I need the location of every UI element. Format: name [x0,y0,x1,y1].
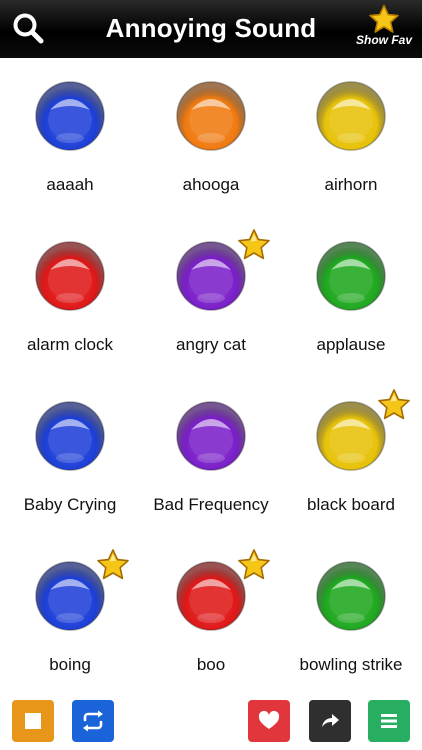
sound-button[interactable]: aaaah [0,58,140,218]
sound-button[interactable]: bowling strike [281,538,421,698]
repeat-icon [83,710,103,732]
stop-button[interactable] [12,700,54,742]
sound-button[interactable]: ahooga [141,58,281,218]
favorite-star-icon [237,228,271,262]
sound-label: boo [196,655,226,674]
favorite-star-icon [237,548,271,582]
sound-label: aaaah [46,175,94,194]
sound-button[interactable]: Baby Crying [0,378,140,538]
sound-label: ahooga [182,175,240,194]
sound-button[interactable]: boo [141,538,281,698]
sound-button[interactable]: Bad Frequency [141,378,281,538]
sound-label: airhorn [324,175,378,194]
share-arrow-icon [322,714,339,727]
sound-button[interactable]: black board [281,378,421,538]
sound-button[interactable]: applause [281,218,421,378]
menu-icon [381,714,397,728]
sound-ball-icon [315,240,387,312]
favorite-star-icon [96,548,130,582]
sound-label: alarm clock [27,335,113,354]
sound-ball-icon [175,80,247,152]
favorite-star-icon [377,388,411,422]
repeat-button[interactable] [72,700,114,742]
sound-ball-icon [315,560,387,632]
sound-label: Baby Crying [23,495,117,514]
menu-button[interactable] [368,700,410,742]
star-icon [369,4,399,33]
sound-label: applause [316,335,386,354]
bottom-toolbar [0,688,422,750]
sound-grid: aaaah ahooga airhorn alarm clock angry cat ap… [0,58,422,688]
sound-ball-icon [34,240,106,312]
sound-button[interactable]: angry cat [141,218,281,378]
app-header: Annoying Sound Show Fav [0,0,422,58]
sound-ball-icon [34,80,106,152]
stop-icon [25,713,41,729]
sound-label: bowling strike [299,655,403,674]
favorite-button[interactable] [248,700,290,742]
share-button[interactable] [309,700,351,742]
sound-button[interactable]: alarm clock [0,218,140,378]
show-fav-button[interactable]: Show Fav [354,4,414,54]
sound-button[interactable]: airhorn [281,58,421,218]
sound-ball-icon [34,400,106,472]
sound-ball-icon [315,80,387,152]
sound-label: boing [49,655,91,674]
sound-ball-icon [175,400,247,472]
show-fav-label: Show Fav [355,33,412,47]
sound-button[interactable]: boing [0,538,140,698]
sound-label: Bad Frequency [153,495,269,514]
sound-label: black board [307,495,395,514]
sound-label: angry cat [176,335,246,354]
heart-icon [258,711,280,729]
